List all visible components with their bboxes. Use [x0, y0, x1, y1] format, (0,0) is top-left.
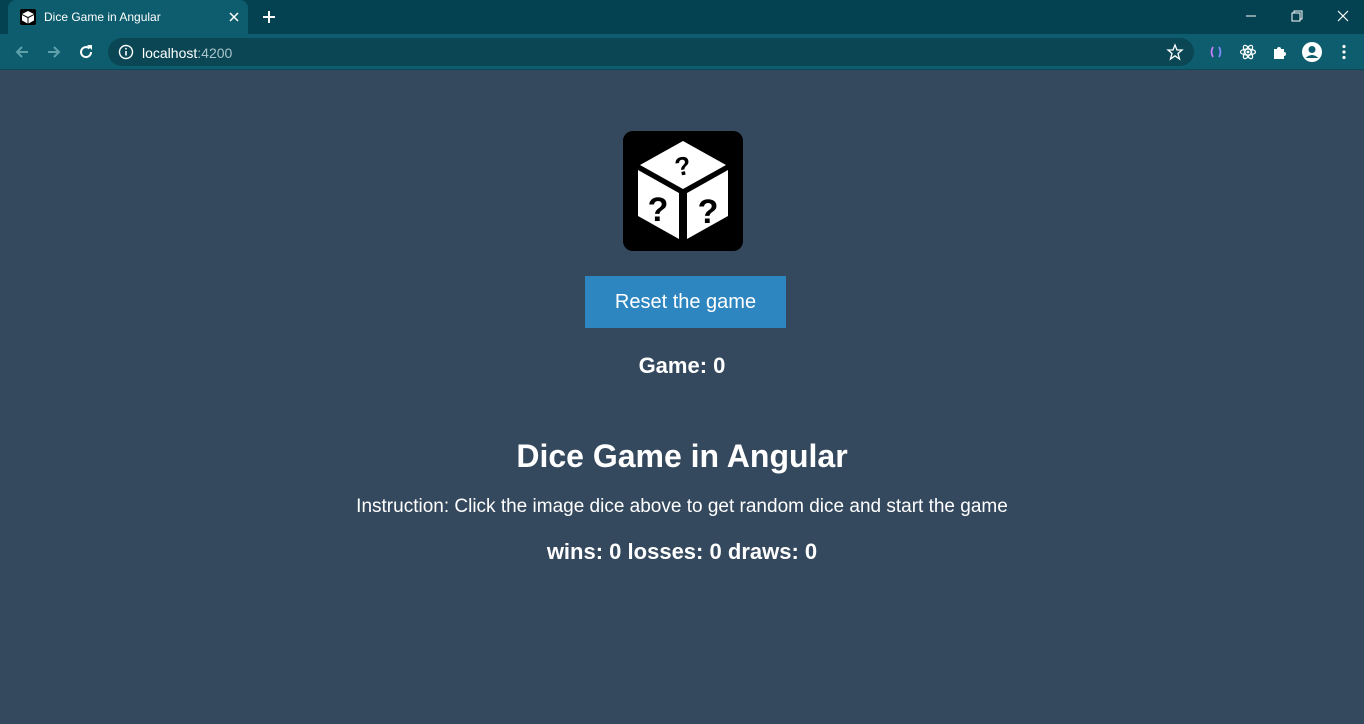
reload-icon[interactable]	[77, 43, 95, 61]
wins-value: 0	[609, 539, 622, 564]
dice-image[interactable]: ? ? ?	[623, 131, 743, 251]
draws-label: draws:	[727, 539, 799, 564]
info-icon[interactable]	[118, 44, 134, 60]
new-tab-icon[interactable]	[260, 8, 278, 26]
svg-text:?: ?	[698, 193, 719, 231]
browser-tab[interactable]: Dice Game in Angular	[8, 0, 248, 34]
svg-text:?: ?	[648, 191, 669, 229]
forward-icon[interactable]	[45, 43, 63, 61]
score-stats: wins: 0 losses: 0 draws: 0	[0, 539, 1364, 565]
page-content: ? ? ? Reset the game Game: 0 Dice Game i…	[0, 71, 1364, 724]
url-text: localhost:4200	[142, 45, 233, 61]
wins-label: wins:	[546, 539, 604, 564]
draws-value: 0	[804, 539, 818, 564]
extension-icon[interactable]	[1207, 43, 1225, 61]
address-bar[interactable]: localhost:4200	[108, 38, 1194, 66]
close-window-icon[interactable]	[1333, 6, 1353, 26]
puzzle-icon[interactable]	[1271, 43, 1289, 61]
browser-toolbar: localhost:4200	[0, 34, 1364, 70]
game-counter: Game: 0	[0, 353, 1364, 379]
page-title: Dice Game in Angular	[516, 438, 848, 474]
game-label: Game:	[638, 353, 708, 378]
minimize-icon[interactable]	[1241, 6, 1261, 26]
tab-bar: Dice Game in Angular	[0, 0, 1364, 34]
losses-label: losses:	[627, 539, 704, 564]
back-icon[interactable]	[13, 43, 31, 61]
close-tab-icon[interactable]	[226, 9, 242, 25]
game-count: 0	[713, 353, 726, 378]
losses-value: 0	[709, 539, 722, 564]
star-icon[interactable]	[1166, 43, 1184, 61]
react-icon[interactable]	[1239, 43, 1257, 61]
profile-icon[interactable]	[1301, 41, 1323, 63]
instruction-text: Instruction: Click the image dice above …	[356, 496, 1008, 517]
menu-icon[interactable]	[1335, 43, 1353, 61]
restore-icon[interactable]	[1287, 6, 1307, 26]
reset-game-button[interactable]: Reset the game	[585, 276, 786, 328]
dice-favicon-icon	[20, 9, 36, 25]
tab-title: Dice Game in Angular	[44, 10, 161, 24]
